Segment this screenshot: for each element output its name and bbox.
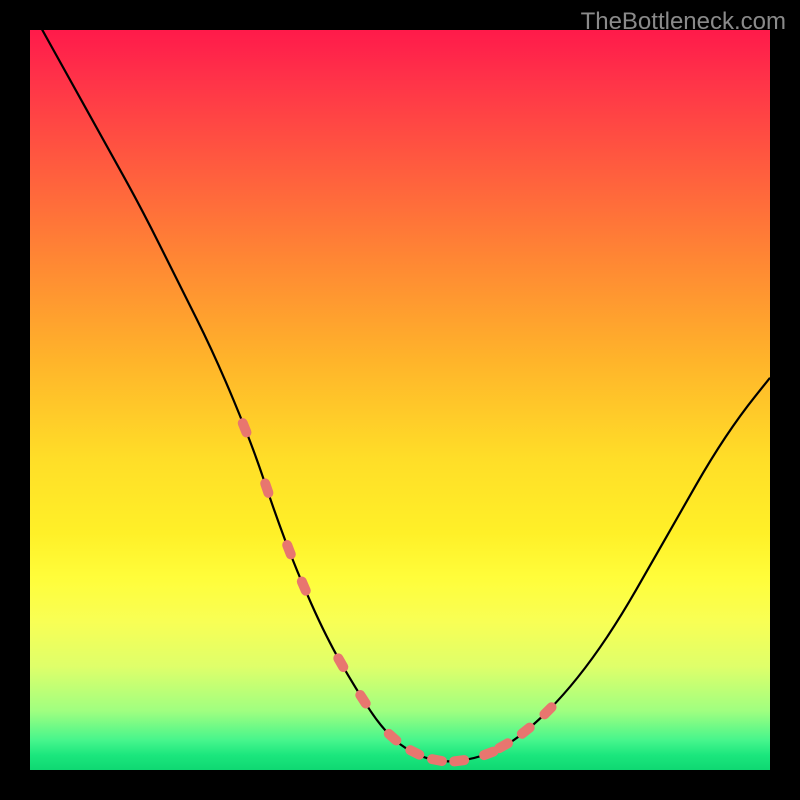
curve-marker — [236, 417, 253, 439]
curve-marker — [295, 575, 312, 597]
watermark-label: TheBottleneck.com — [581, 8, 786, 36]
curve-markers — [236, 417, 558, 767]
chart-svg — [30, 30, 770, 770]
chart-area — [30, 30, 770, 770]
curve-marker — [353, 688, 372, 710]
curve-marker — [259, 477, 275, 499]
curve-marker — [449, 755, 470, 767]
curve-marker — [281, 539, 298, 561]
bottleneck-curve — [30, 30, 770, 761]
curve-marker — [426, 753, 448, 767]
curve-marker — [331, 652, 350, 674]
curve-marker — [404, 743, 426, 761]
